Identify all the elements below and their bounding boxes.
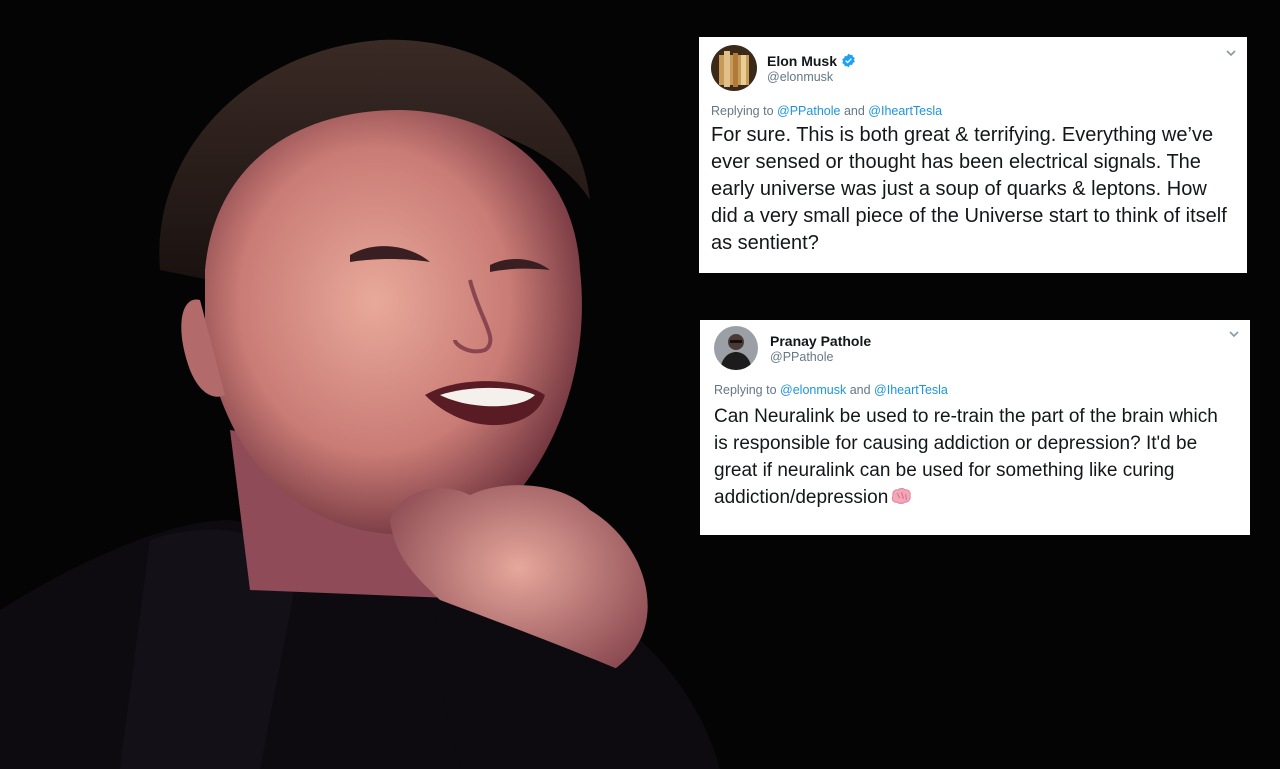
replying-to-line: Replying to @PPathole and @IheartTesla [711, 104, 1233, 118]
tweet-card-elon-musk[interactable]: Elon Musk @elonmusk Replying to @PPathol… [699, 37, 1247, 273]
tweet-header: Pranay Pathole @PPathole [714, 326, 1239, 370]
author-handle[interactable]: @elonmusk [767, 70, 856, 84]
replying-prefix: Replying to [711, 104, 774, 118]
replying-joiner: and [849, 383, 871, 397]
mention-link[interactable]: @elonmusk [780, 383, 846, 397]
replying-to-line: Replying to @elonmusk and @IheartTesla [714, 383, 1236, 397]
replying-prefix: Replying to [714, 383, 777, 397]
author-name[interactable]: Pranay Pathole [770, 333, 871, 349]
mention-link[interactable]: @PPathole [777, 104, 840, 118]
mention-link[interactable]: @IheartTesla [868, 104, 942, 118]
tweet-card-pranay-pathole[interactable]: Pranay Pathole @PPathole Replying to @el… [700, 320, 1250, 535]
author-handle[interactable]: @PPathole [770, 350, 871, 364]
brain-emoji-icon [890, 487, 912, 505]
chevron-down-icon[interactable] [1225, 47, 1237, 59]
replying-joiner: and [843, 104, 865, 118]
background-photo [0, 0, 720, 769]
profile-photo-icon[interactable] [714, 326, 758, 370]
tweet-text-content: Can Neuralink be used to re-train the pa… [714, 406, 1218, 508]
tweet-text: Can Neuralink be used to re-train the pa… [714, 403, 1236, 511]
profile-photo-icon[interactable] [711, 45, 757, 91]
author-name[interactable]: Elon Musk [767, 53, 837, 69]
verified-badge-icon [841, 53, 856, 68]
chevron-down-icon[interactable] [1228, 328, 1240, 340]
tweet-header: Elon Musk @elonmusk [711, 45, 1236, 91]
tweet-text: For sure. This is both great & terrifyin… [711, 124, 1227, 254]
mention-link[interactable]: @IheartTesla [874, 383, 948, 397]
